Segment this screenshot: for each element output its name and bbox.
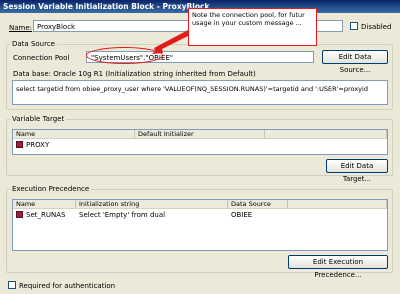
window-title: Session Variable Initialization Block - … — [3, 2, 210, 11]
disabled-checkbox[interactable] — [350, 22, 358, 30]
column-header-data-source[interactable]: Data Source — [228, 200, 288, 209]
precedence-data-source: OBIEE — [231, 211, 253, 219]
required-checkbox[interactable] — [8, 281, 16, 289]
variable-target-legend: Variable Target — [10, 115, 67, 123]
execution-precedence-table[interactable]: Name Initialization string Data Source S… — [12, 199, 388, 251]
init-block-icon — [16, 211, 23, 218]
required-label: Required for authentication — [19, 282, 116, 290]
name-label: Name: — [9, 24, 33, 32]
column-header-init-string[interactable]: Initialization string — [76, 200, 228, 209]
table-row[interactable]: Set_RUNAS Select 'Empty' from dual OBIEE — [13, 210, 313, 219]
table-row[interactable]: PROXY — [13, 140, 133, 149]
variable-target-table[interactable]: Name Default Initializer PROXY — [12, 129, 388, 155]
edit-data-source-button[interactable]: Edit Data Source... — [322, 50, 388, 74]
connection-pool-label: Connection Pool — [13, 54, 70, 62]
column-header-filler — [265, 130, 387, 139]
edit-data-target-button[interactable]: Edit Data Target... — [326, 159, 388, 183]
data-source-legend: Data Source — [10, 40, 57, 48]
disabled-label: Disabled — [361, 23, 392, 31]
column-header-name[interactable]: Name — [13, 130, 135, 139]
database-text: Data base: Oracle 10g R1 (Initialization… — [13, 70, 256, 78]
edit-execution-precedence-button[interactable]: Edit Execution Precedence... — [288, 255, 388, 279]
sql-text: select targetid from obiee_proxy_user wh… — [16, 85, 368, 93]
column-header-filler — [288, 200, 387, 209]
callout-text: Note the connection pool, for futur usag… — [192, 11, 305, 27]
name-value: ProxyBlock — [37, 23, 76, 31]
callout-box: Note the connection pool, for futur usag… — [188, 8, 317, 46]
column-header-name[interactable]: Name — [13, 200, 76, 209]
sql-textarea[interactable]: select targetid from obiee_proxy_user wh… — [12, 80, 388, 105]
execution-precedence-legend: Execution Precedence — [10, 185, 92, 193]
precedence-name: Set_RUNAS — [26, 211, 66, 219]
precedence-init-string: Select 'Empty' from dual — [79, 211, 166, 219]
variable-name: PROXY — [26, 141, 50, 149]
column-header-default-initializer[interactable]: Default Initializer — [135, 130, 265, 139]
variable-icon — [16, 141, 23, 148]
